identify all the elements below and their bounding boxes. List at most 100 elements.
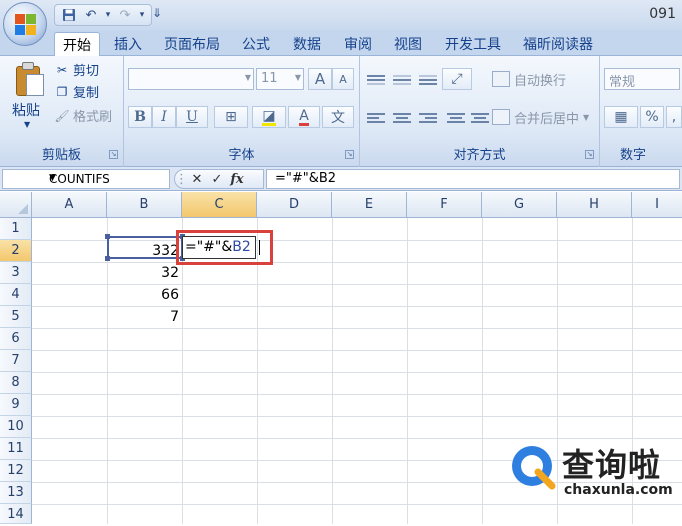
align-middle-icon[interactable] (390, 70, 414, 90)
border-grid-icon: ⊞ (225, 109, 237, 125)
bold-button[interactable]: B (128, 106, 152, 128)
paste-icon[interactable] (12, 60, 46, 96)
row-header-12[interactable]: 12 (0, 460, 32, 482)
column-header-c[interactable]: C (182, 192, 257, 218)
column-header-e[interactable]: E (332, 192, 407, 218)
row-header-6[interactable]: 6 (0, 328, 32, 350)
column-header-f[interactable]: F (407, 192, 482, 218)
tab-data[interactable]: 数据 (285, 32, 329, 56)
tab-insert[interactable]: 插入 (106, 32, 150, 56)
column-header-g[interactable]: G (482, 192, 557, 218)
row-header-10[interactable]: 10 (0, 416, 32, 438)
highlight-annotation-box (176, 230, 273, 265)
accounting-format-button[interactable]: ▦ (604, 106, 638, 128)
cell-b5[interactable]: 7 (107, 306, 181, 328)
format-painter-button[interactable]: 🖌 格式刷 (54, 106, 112, 126)
save-icon[interactable] (59, 6, 79, 24)
redo-icon[interactable]: ↷ (115, 6, 135, 24)
phonetic-button[interactable]: 文 (322, 106, 354, 128)
font-group-label: 字体 (228, 148, 255, 163)
decrease-indent-icon[interactable] (444, 108, 468, 128)
font-launcher-icon[interactable]: ↘ (345, 150, 354, 159)
office-button[interactable] (3, 2, 47, 46)
merge-center-label: 合并后居中 (514, 111, 580, 127)
italic-button[interactable]: I (152, 106, 176, 128)
grid-line (32, 394, 682, 395)
cut-button[interactable]: ✂ 剪切 (54, 60, 99, 80)
grow-font-button[interactable]: A (308, 68, 332, 90)
alignment-launcher-icon[interactable]: ↘ (585, 150, 594, 159)
cell-b3[interactable]: 32 (107, 262, 181, 284)
number-format-combo[interactable]: 常规 (604, 68, 680, 90)
undo-icon[interactable]: ↶ (81, 6, 101, 24)
column-header-b[interactable]: B (107, 192, 182, 218)
row-header-5[interactable]: 5 (0, 306, 32, 328)
insert-function-icon[interactable]: fx (227, 172, 247, 187)
shrink-font-button[interactable]: A (332, 68, 354, 90)
row-header-13[interactable]: 13 (0, 482, 32, 504)
scissors-icon: ✂ (56, 62, 68, 77)
comma-style-button[interactable]: , (666, 106, 682, 128)
ribbon: 粘贴 ▼ ✂ 剪切 ❐ 复制 🖌 格式刷 剪贴板 ↘ ▼ 11 ▼ A A B … (0, 56, 682, 167)
formula-input[interactable]: ="#"&B2 (266, 169, 680, 189)
font-name-combo[interactable]: ▼ (128, 68, 254, 90)
alignment-group-label: 对齐方式 (453, 148, 506, 163)
orientation-button[interactable]: ⤢ (442, 68, 472, 90)
currency-icon: ▦ (614, 109, 628, 125)
row-header-14[interactable]: 14 (0, 504, 32, 524)
merge-cells-icon (492, 109, 510, 125)
row-header-3[interactable]: 3 (0, 262, 32, 284)
align-center-icon[interactable] (390, 108, 414, 128)
align-right-icon[interactable] (416, 108, 440, 128)
orientation-icon: ⤢ (451, 71, 463, 87)
clipboard-launcher-icon[interactable]: ↘ (109, 150, 118, 159)
row-header-9[interactable]: 9 (0, 394, 32, 416)
tab-home[interactable]: 开始 (54, 32, 100, 57)
wrap-text-button[interactable]: 自动换行 (492, 68, 566, 90)
copy-label: 复制 (73, 86, 100, 101)
name-box[interactable]: COUNTIFS ▼ (2, 169, 170, 189)
tab-page-layout[interactable]: 页面布局 (156, 32, 228, 56)
align-top-icon[interactable] (364, 70, 388, 90)
enter-icon[interactable]: ✓ (207, 172, 227, 187)
underline-button[interactable]: U (176, 106, 208, 128)
paste-button[interactable]: 粘贴 (12, 100, 40, 120)
row-header-7[interactable]: 7 (0, 350, 32, 372)
customize-qat-icon[interactable]: ⇓ (152, 6, 162, 20)
increase-indent-icon[interactable] (468, 108, 492, 128)
cell-b4[interactable]: 66 (107, 284, 181, 306)
grid-line (32, 416, 682, 417)
tab-formulas[interactable]: 公式 (234, 32, 278, 56)
borders-button[interactable]: ⊞ (214, 106, 248, 128)
cancel-icon[interactable]: ✕ (187, 172, 207, 187)
redo-dropdown-icon[interactable]: ▾ (137, 6, 147, 24)
align-bottom-icon[interactable] (416, 70, 440, 90)
select-all-corner[interactable] (0, 192, 32, 218)
row-header-2[interactable]: 2 (0, 240, 32, 262)
row-header-11[interactable]: 11 (0, 438, 32, 460)
column-header-d[interactable]: D (257, 192, 332, 218)
merge-center-button[interactable]: 合并后居中 ▼ (492, 106, 589, 128)
column-header-h[interactable]: H (557, 192, 632, 218)
row-header-1[interactable]: 1 (0, 218, 32, 240)
tab-developer[interactable]: 开发工具 (437, 32, 509, 56)
paste-dropdown-icon[interactable]: ▼ (24, 120, 30, 129)
copy-button[interactable]: ❐ 复制 (54, 82, 100, 102)
font-size-combo[interactable]: 11 ▼ (256, 68, 304, 90)
tab-foxit-reader[interactable]: 福昕阅读器 (515, 32, 601, 56)
undo-dropdown-icon[interactable]: ▾ (103, 6, 113, 24)
row-header-4[interactable]: 4 (0, 284, 32, 306)
tab-view[interactable]: 视图 (386, 32, 430, 56)
grid-line (332, 218, 333, 524)
column-header-i[interactable]: I (632, 192, 682, 218)
column-header-a[interactable]: A (32, 192, 107, 218)
fill-color-button[interactable]: ◪ (252, 106, 286, 128)
align-left-icon[interactable] (364, 108, 388, 128)
tab-review[interactable]: 审阅 (336, 32, 380, 56)
chevron-down-icon[interactable]: ▼ (49, 173, 165, 183)
font-group: ▼ 11 ▼ A A B I U ⊞ ◪ A 文 字体 ↘ (124, 56, 360, 167)
percent-style-button[interactable]: % (640, 106, 664, 128)
font-color-button[interactable]: A (288, 106, 320, 128)
row-header-8[interactable]: 8 (0, 372, 32, 394)
number-group-label: 数字 (620, 148, 647, 163)
